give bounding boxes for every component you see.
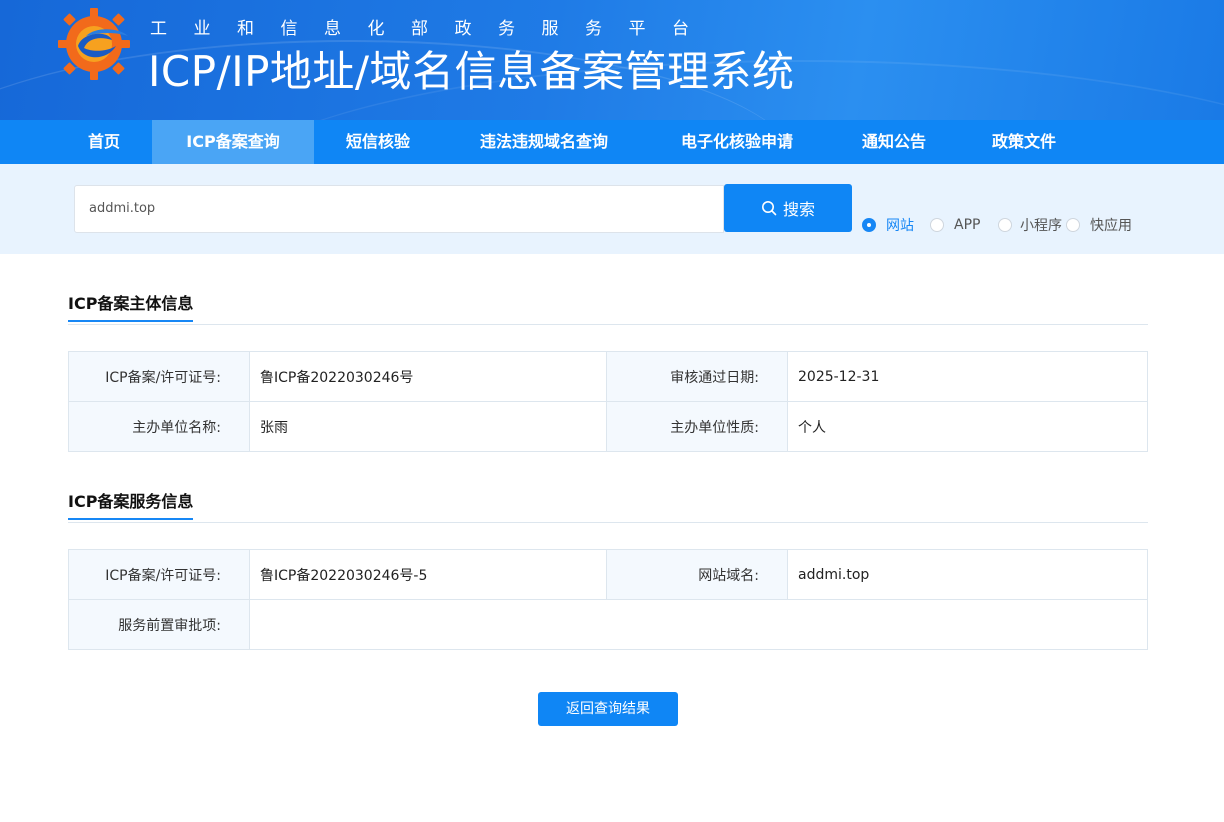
ministry-logo-icon <box>58 8 130 80</box>
organizer-name-value: 张雨 <box>249 401 607 452</box>
radio-unchecked-icon <box>998 218 1012 232</box>
service-license-label: ICP备案/许可证号: <box>68 549 250 600</box>
organizer-name-label: 主办单位名称: <box>68 401 250 452</box>
service-section-title: ICP备案服务信息 <box>68 488 194 520</box>
table-row: 主办单位名称: 张雨 主办单位性质: 个人 <box>68 401 1148 452</box>
system-title: ICP/IP地址/域名信息备案管理系统 <box>148 47 795 96</box>
approval-date-label: 审核通过日期: <box>606 351 788 402</box>
table-row: ICP备案/许可证号: 鲁ICP备2022030246号-5 网站域名: add… <box>68 549 1148 600</box>
radio-label-quickapp: 快应用 <box>1090 218 1132 234</box>
search-button-label: 搜索 <box>782 200 815 219</box>
site-header: 工业和信息化部政务服务平台 ICP/IP地址/域名信息备案管理系统 <box>0 0 1224 120</box>
nav-item-policies[interactable]: 政策文件 <box>960 120 1088 164</box>
pre-approval-value <box>249 599 1148 650</box>
radio-unchecked-icon <box>930 218 944 232</box>
approval-date-value: 2025-12-31 <box>787 351 1148 402</box>
radio-label-app: APP <box>954 217 981 233</box>
search-button[interactable]: 搜索 <box>724 184 852 232</box>
subject-info-table: ICP备案/许可证号: 鲁ICP备2022030246号 审核通过日期: 202… <box>68 351 1148 452</box>
license-value: 鲁ICP备2022030246号 <box>249 351 607 402</box>
type-radio-app[interactable]: APP <box>930 216 980 234</box>
platform-subtitle: 工业和信息化部政务服务平台 <box>150 19 716 39</box>
nav-item-home[interactable]: 首页 <box>56 120 152 164</box>
section-divider <box>68 522 1148 523</box>
organizer-type-label: 主办单位性质: <box>606 401 788 452</box>
domain-value: addmi.top <box>787 549 1148 600</box>
radio-label-miniprogram: 小程序 <box>1020 218 1062 234</box>
table-row: 服务前置审批项: <box>68 599 1148 650</box>
nav-item-e-verify[interactable]: 电子化核验申请 <box>646 120 828 164</box>
nav-item-icp-query[interactable]: ICP备案查询 <box>152 120 314 164</box>
radio-label-website: 网站 <box>886 218 914 234</box>
nav-item-sms-verify[interactable]: 短信核验 <box>314 120 442 164</box>
search-bar: addmi.top 搜索 网站 APP 小程序 快应用 <box>0 164 1224 254</box>
table-row: ICP备案/许可证号: 鲁ICP备2022030246号 审核通过日期: 202… <box>68 351 1148 402</box>
domain-label: 网站域名: <box>606 549 788 600</box>
radio-unchecked-icon <box>1066 218 1080 232</box>
main-nav: 首页 ICP备案查询 短信核验 违法违规域名查询 电子化核验申请 通知公告 政策… <box>0 120 1224 164</box>
pre-approval-label: 服务前置审批项: <box>68 599 250 650</box>
service-license-value: 鲁ICP备2022030246号-5 <box>249 549 607 600</box>
license-label: ICP备案/许可证号: <box>68 351 250 402</box>
type-radio-miniprogram[interactable]: 小程序 <box>998 216 1062 234</box>
nav-item-notices[interactable]: 通知公告 <box>828 120 960 164</box>
search-icon <box>761 201 777 216</box>
section-divider <box>68 324 1148 325</box>
type-radio-quickapp[interactable]: 快应用 <box>1066 216 1132 234</box>
organizer-type-value: 个人 <box>787 401 1148 452</box>
service-info-table: ICP备案/许可证号: 鲁ICP备2022030246号-5 网站域名: add… <box>68 549 1148 650</box>
search-input[interactable]: addmi.top <box>74 185 724 233</box>
subject-section-title: ICP备案主体信息 <box>68 290 194 322</box>
back-to-results-button[interactable]: 返回查询结果 <box>538 692 678 726</box>
type-radio-website[interactable]: 网站 <box>862 216 914 234</box>
nav-item-illegal-domain[interactable]: 违法违规域名查询 <box>442 120 646 164</box>
radio-checked-icon <box>862 218 876 232</box>
